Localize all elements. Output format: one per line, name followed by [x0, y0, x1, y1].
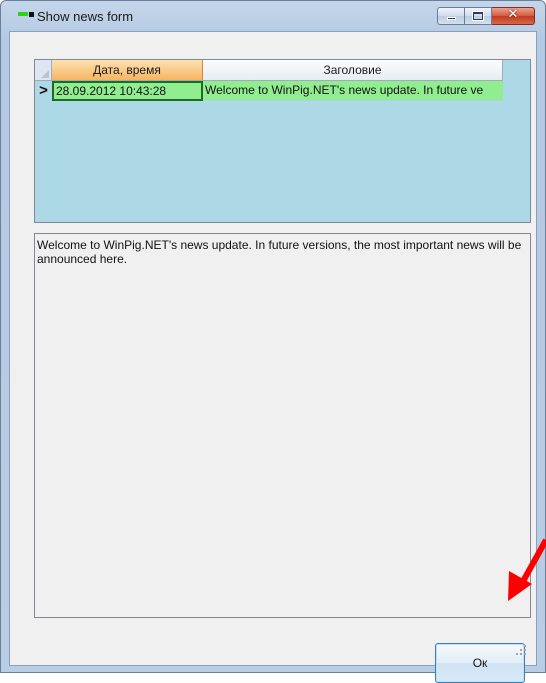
arrow-shaft	[518, 538, 546, 587]
red-arrow-annotation	[508, 538, 546, 601]
